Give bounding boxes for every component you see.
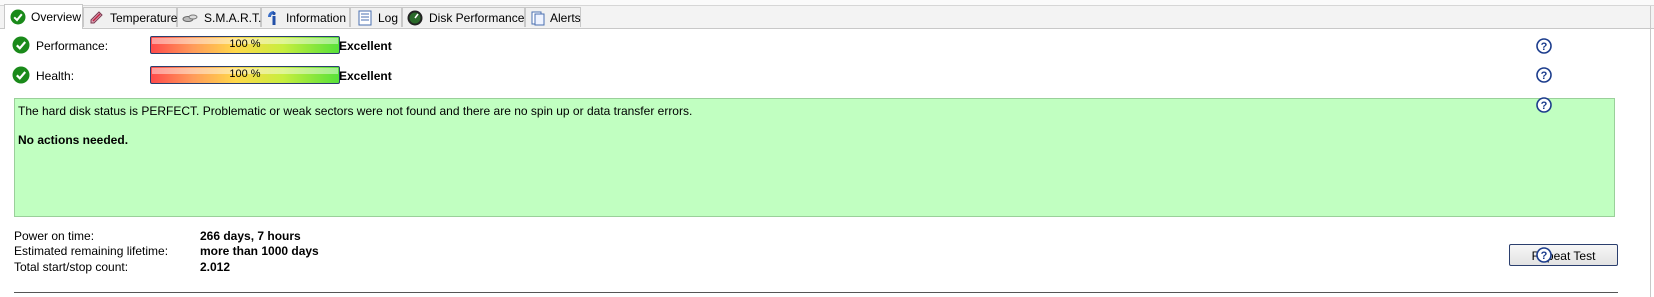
smart-icon [182,14,198,22]
svg-text:?: ? [1541,250,1548,262]
health-check-icon [12,66,30,84]
tab-label: Disk Performance [429,11,525,25]
tab-label: Overview [31,10,82,24]
health-help-icon[interactable]: ? [1536,67,1552,83]
health-percent: 100 % [229,68,261,80]
startstop-value: 2.012 [200,260,231,274]
performance-percent: 100 % [229,38,261,50]
performance-check-icon [12,36,30,54]
tab-label: Information [286,11,347,25]
alerts-icon [531,11,545,26]
svg-text:?: ? [1541,70,1548,82]
lifetime-label: Estimated remaining lifetime: [14,244,169,258]
tab-label: Temperature [110,11,178,25]
tab-overview[interactable]: Overview [4,4,83,29]
check-circle-icon [10,9,26,25]
tab-label: S.M.A.R.T. [204,11,262,25]
tab-label: Alerts [550,11,581,25]
tab-information[interactable]: Information [261,7,350,27]
info-icon [268,11,276,25]
power-on-label: Power on time: [14,229,95,243]
performance-help-icon[interactable]: ? [1536,38,1552,54]
lifetime-value: more than 1000 days [200,244,319,258]
tab-label: Log [378,11,399,25]
status-help-icon[interactable]: ? [1536,97,1552,113]
tab-strip: Overview Temperature S.M.A.R.T. Informat… [0,4,1654,29]
performance-rating: Excellent [339,39,392,53]
tab-alerts[interactable]: Alerts [525,7,581,27]
right-edge-border [1650,6,1651,297]
status-box: The hard disk status is PERFECT. Problem… [14,98,1615,217]
health-rating: Excellent [339,69,392,83]
gauge-icon [407,10,423,26]
performance-label: Performance: [36,39,109,53]
startstop-label: Total start/stop count: [14,260,129,274]
repeat-test-button[interactable]: Repeat Test [1509,244,1618,266]
performance-bar: 100 % [150,36,340,54]
tab-log[interactable]: Log [350,7,402,27]
status-message: The hard disk status is PERFECT. Problem… [18,104,693,118]
tab-smart[interactable]: S.M.A.R.T. [177,7,261,27]
health-bar: 100 % [150,66,340,84]
repeat-test-help-icon[interactable]: ? [1536,247,1552,263]
health-label: Health: [36,69,75,83]
thermometer-icon [90,11,103,24]
status-action: No actions needed. [18,133,129,147]
tab-disk-performance[interactable]: Disk Performance [402,7,525,27]
log-icon [358,10,372,26]
svg-text:?: ? [1541,41,1548,53]
power-on-value: 266 days, 7 hours [200,229,301,243]
svg-text:?: ? [1541,100,1548,112]
bottom-divider [14,292,1618,293]
tab-temperature[interactable]: Temperature [83,7,177,27]
